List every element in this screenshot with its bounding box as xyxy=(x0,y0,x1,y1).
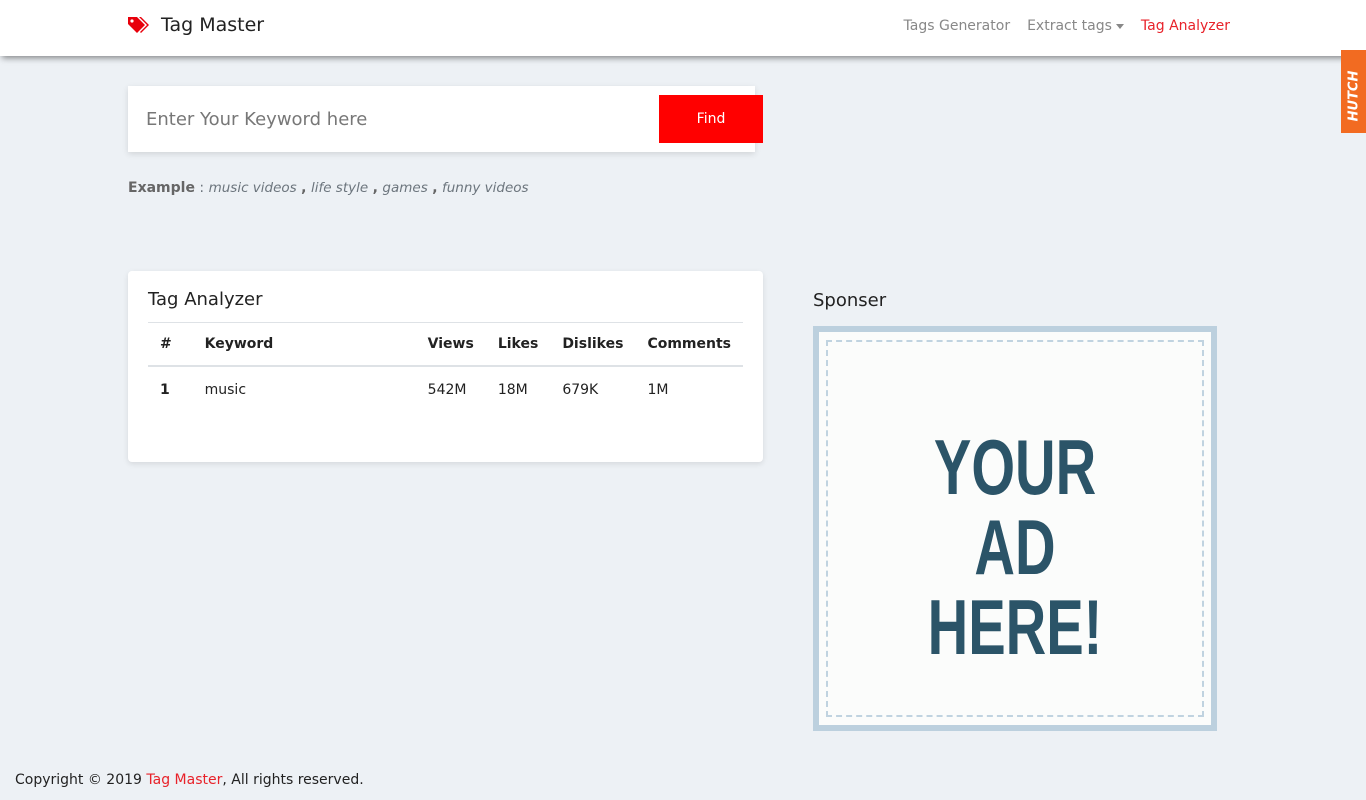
footer-brand-link[interactable]: Tag Master xyxy=(146,772,222,788)
example-item[interactable]: funny videos xyxy=(442,180,529,196)
example-item[interactable]: games xyxy=(382,180,427,196)
tag-analyzer-card: Tag Analyzer # Keyword Views Likes Disli… xyxy=(128,271,763,462)
table-header: # Keyword Views Likes Dislikes Comments xyxy=(148,323,743,367)
hutch-label: HUTCH xyxy=(1346,70,1361,122)
ad-banner[interactable]: YOUR AD HERE! xyxy=(813,326,1217,731)
card-title: Tag Analyzer xyxy=(148,289,743,323)
example-item[interactable]: life style xyxy=(311,180,368,196)
analyzer-table: # Keyword Views Likes Dislikes Comments … xyxy=(148,323,743,413)
example-line: Example : music videos , life style , ga… xyxy=(128,180,529,196)
example-sep: : xyxy=(194,180,209,196)
navbar: Tag Master Tags Generator Extract tags T… xyxy=(0,0,1366,56)
example-item[interactable]: music videos xyxy=(209,180,297,196)
cell-dislikes: 679K xyxy=(562,382,599,398)
nav-extract-tags[interactable]: Extract tags xyxy=(1027,18,1124,34)
cell-views: 542M xyxy=(427,382,467,398)
table-row: 1 music 542M 18M 679K 1M xyxy=(148,366,743,413)
nav-tag-analyzer[interactable]: Tag Analyzer xyxy=(1141,18,1230,34)
sponsor-title: Sponser xyxy=(813,290,887,311)
cell-keyword: music xyxy=(204,382,247,398)
brand-name: Tag Master xyxy=(161,14,265,36)
hutch-side-tab[interactable]: HUTCH xyxy=(1341,50,1366,133)
footer: Copyright © 2019 Tag Master, All rights … xyxy=(15,772,364,788)
example-label: Example xyxy=(128,180,195,196)
nav-extract-tags-label: Extract tags xyxy=(1027,18,1112,34)
col-likes: Likes xyxy=(485,323,551,367)
col-keyword: Keyword xyxy=(192,323,416,367)
keyword-input[interactable] xyxy=(128,86,648,152)
brand-link[interactable]: Tag Master xyxy=(127,14,264,36)
cell-comments: 1M xyxy=(647,382,669,398)
caret-down-icon xyxy=(1115,23,1124,29)
tags-icon xyxy=(128,17,149,33)
col-views: Views xyxy=(415,323,486,367)
cell-index: 1 xyxy=(160,382,170,398)
find-button[interactable]: Find xyxy=(659,95,763,143)
search-form: Find xyxy=(128,86,763,152)
col-index: # xyxy=(148,323,193,367)
cell-likes: 18M xyxy=(497,382,528,398)
ad-text: YOUR AD HERE! xyxy=(927,423,1103,671)
footer-prefix: Copyright © 2019 xyxy=(15,772,147,788)
col-dislikes: Dislikes xyxy=(550,323,636,367)
nav-tags-generator[interactable]: Tags Generator xyxy=(904,18,1011,34)
col-comments: Comments xyxy=(635,323,743,367)
footer-suffix: , All rights reserved. xyxy=(222,772,364,788)
